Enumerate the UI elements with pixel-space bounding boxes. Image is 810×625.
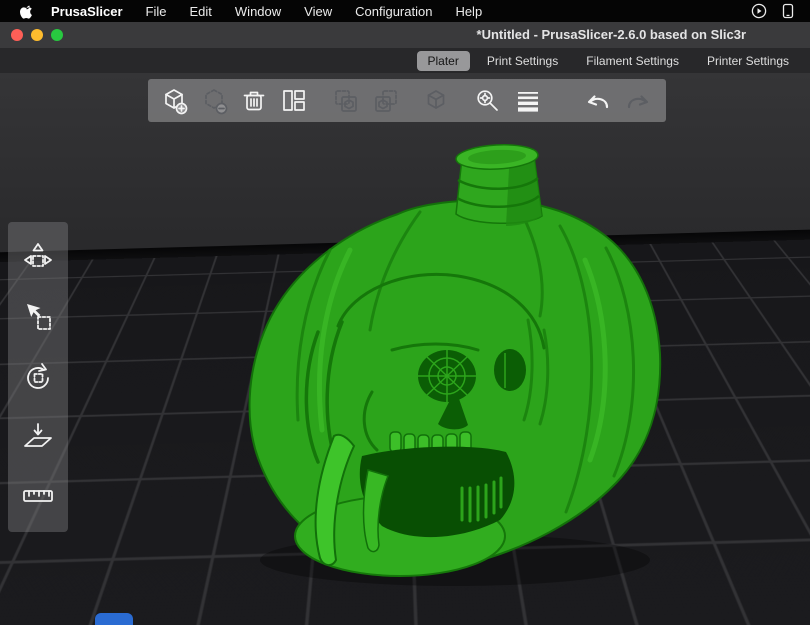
add-button[interactable] [154, 81, 194, 121]
close-window-button[interactable] [11, 29, 23, 41]
scale-tool-button[interactable] [15, 294, 61, 340]
menubar-status-area [751, 3, 794, 19]
copy-button[interactable] [326, 81, 366, 121]
menu-item-view[interactable]: View [304, 4, 332, 19]
search-icon [477, 89, 498, 111]
plater-toolbar [148, 79, 666, 122]
layers-icon [518, 91, 538, 112]
window-title: *Untitled - PrusaSlicer-2.6.0 based on S… [476, 27, 746, 42]
menu-item-configuration[interactable]: Configuration [355, 4, 432, 19]
copy-icon [335, 89, 357, 112]
measure-icon [23, 490, 53, 503]
arrange-button[interactable] [274, 81, 314, 121]
menu-item-edit[interactable]: Edit [190, 4, 212, 19]
delete-all-button[interactable] [234, 81, 274, 121]
pumpkin-skull-model[interactable] [0, 73, 810, 625]
measure-tool-button[interactable] [15, 473, 61, 519]
undo-button[interactable] [578, 81, 618, 121]
zoom-window-button[interactable] [51, 29, 63, 41]
menu-item-window[interactable]: Window [235, 4, 281, 19]
macos-menubar: PrusaSlicer File Edit Window View Config… [0, 0, 810, 22]
gizmo-toolbar [8, 222, 68, 532]
redo-icon [627, 94, 649, 108]
menu-item-help[interactable]: Help [455, 4, 482, 19]
tab-print-settings[interactable]: Print Settings [476, 51, 569, 71]
delete-button[interactable] [194, 81, 234, 121]
search-button[interactable] [468, 81, 508, 121]
apple-menu-icon[interactable] [20, 4, 33, 19]
redo-button[interactable] [618, 81, 658, 121]
paste-button[interactable] [366, 81, 406, 121]
rotate-icon [27, 363, 49, 389]
undo-icon [587, 94, 609, 108]
bottom-view-button[interactable] [95, 613, 133, 625]
window-titlebar: *Untitled - PrusaSlicer-2.6.0 based on S… [0, 22, 810, 48]
tab-filament-settings[interactable]: Filament Settings [575, 51, 690, 71]
device-icon[interactable] [782, 3, 794, 19]
menu-app-name[interactable]: PrusaSlicer [51, 4, 123, 19]
move-tool-button[interactable] [15, 235, 61, 281]
arrange-icon [283, 89, 305, 111]
prusaslicer-window: { "menubar": { "app_name": "PrusaSlicer"… [0, 0, 810, 625]
place-on-face-icon [24, 422, 52, 447]
add-instance-button[interactable] [416, 81, 456, 121]
minimize-window-button[interactable] [31, 29, 43, 41]
3d-viewport[interactable]: Prusa MK4 [0, 73, 810, 625]
rotate-tool-button[interactable] [15, 354, 61, 400]
paste-icon [375, 89, 397, 112]
add-instance-icon [427, 89, 445, 109]
scale-icon [27, 304, 51, 331]
settings-tabbar: Plater Print Settings Filament Settings … [0, 48, 810, 73]
window-controls [11, 29, 63, 41]
play-circle-icon[interactable] [751, 3, 767, 19]
move-icon [24, 242, 52, 267]
tab-plater[interactable]: Plater [416, 50, 470, 71]
variable-layer-height-button[interactable] [508, 81, 548, 121]
menu-item-file[interactable]: File [146, 4, 167, 19]
trash-icon [243, 91, 265, 110]
delete-icon [205, 88, 228, 114]
add-icon [165, 88, 188, 114]
place-on-face-tool-button[interactable] [15, 414, 61, 460]
tab-printer-settings[interactable]: Printer Settings [696, 51, 800, 71]
